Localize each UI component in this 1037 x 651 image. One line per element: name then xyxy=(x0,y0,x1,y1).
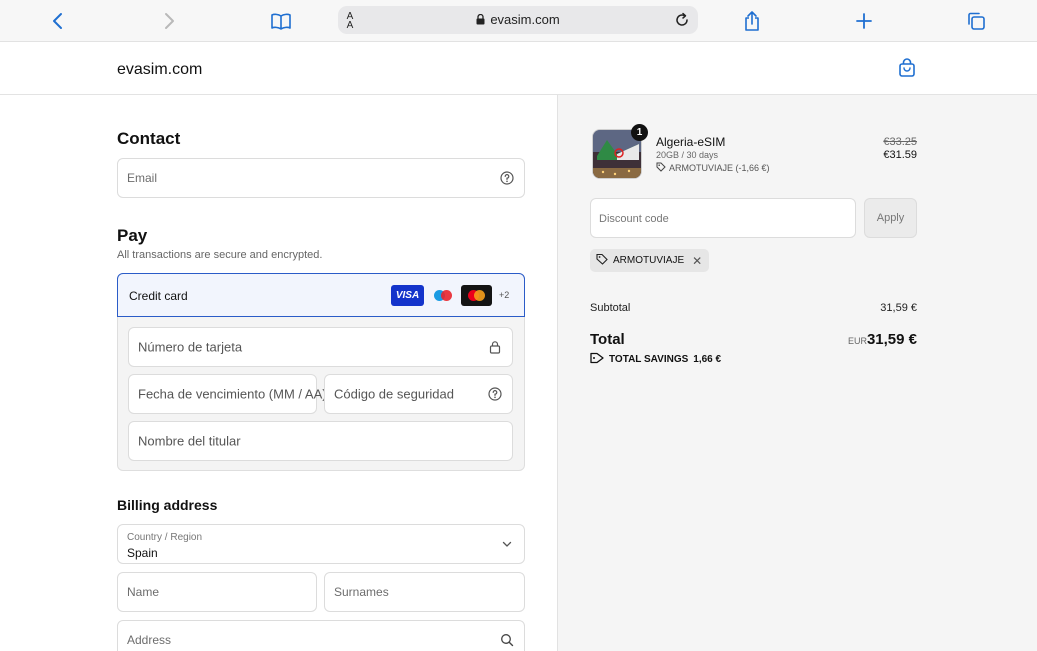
product-detail: 20GB / 30 days xyxy=(656,150,719,160)
more-brands-count: +2 xyxy=(499,290,510,300)
security-code-placeholder: Código de seguridad xyxy=(334,386,454,402)
country-label: Country / Region xyxy=(127,532,203,543)
help-icon[interactable] xyxy=(488,387,502,401)
search-icon[interactable] xyxy=(500,633,514,647)
card-number-placeholder: Número de tarjeta xyxy=(138,339,243,355)
store-header: evasim.com xyxy=(0,42,1037,95)
subtotal-value: 31,59 € xyxy=(880,302,917,314)
expiry-placeholder: Fecha de vencimiento (MM / AA) xyxy=(138,386,327,402)
visa-logo: VISA xyxy=(391,285,424,306)
discount-code-placeholder: Discount code xyxy=(599,213,669,225)
back-icon[interactable] xyxy=(46,9,70,33)
share-icon[interactable] xyxy=(740,9,764,33)
tag-icon xyxy=(596,253,608,268)
maestro-logo xyxy=(430,285,456,306)
reload-icon[interactable] xyxy=(672,10,692,30)
apply-button[interactable]: Apply xyxy=(864,198,917,238)
discounted-price: €31.59 xyxy=(883,149,917,161)
product-discount-text: ARMOTUVIAJE (-1,66 €) xyxy=(669,163,770,173)
forward-icon[interactable] xyxy=(157,9,181,33)
email-field[interactable]: Email xyxy=(117,158,525,198)
original-price: €33.25 xyxy=(883,136,917,148)
close-icon[interactable]: ✕ xyxy=(692,254,702,268)
tag-icon xyxy=(590,352,604,367)
total-currency: EUR xyxy=(848,336,868,346)
country-value: Spain xyxy=(127,546,158,560)
help-icon[interactable] xyxy=(500,171,514,185)
security-code-field[interactable]: Código de seguridad xyxy=(324,374,513,414)
browser-toolbar: A A evasim.com xyxy=(0,0,1037,42)
address-placeholder: Address xyxy=(127,633,172,647)
address-bar[interactable]: A A evasim.com xyxy=(338,6,698,34)
pay-subtitle: All transactions are secure and encrypte… xyxy=(117,249,323,261)
tag-icon xyxy=(656,162,666,174)
applied-code-chip: ARMOTUVIAJE ✕ xyxy=(590,249,710,272)
chevron-down-icon xyxy=(500,537,514,551)
cardholder-name-placeholder: Nombre del titular xyxy=(138,433,241,449)
email-placeholder: Email xyxy=(127,171,158,185)
lock-icon xyxy=(476,13,485,28)
url-display: evasim.com xyxy=(338,12,698,28)
lock-icon xyxy=(488,340,502,354)
bookmarks-icon[interactable] xyxy=(269,9,293,33)
product-discount: ARMOTUVIAJE (-1,66 €) xyxy=(656,162,770,174)
expiry-field[interactable]: Fecha de vencimiento (MM / AA) xyxy=(128,374,327,414)
address-field[interactable]: Address xyxy=(117,620,525,651)
total-label: Total xyxy=(590,331,625,348)
applied-code-text: ARMOTUVIAJE xyxy=(613,255,685,266)
country-select[interactable]: Country / Region Spain xyxy=(117,524,525,564)
bag-icon[interactable] xyxy=(896,57,918,79)
total-value: 31,59 € xyxy=(866,331,917,348)
surnames-field[interactable]: Surnames xyxy=(324,572,525,612)
product-name: Algeria-eSIM xyxy=(656,135,726,149)
tabs-icon[interactable] xyxy=(964,9,988,33)
pay-title: Pay xyxy=(117,226,148,245)
surnames-placeholder: Surnames xyxy=(334,585,389,599)
quantity-badge: 1 xyxy=(631,124,648,141)
url-text: evasim.com xyxy=(490,12,560,27)
billing-title: Billing address xyxy=(117,497,218,513)
new-tab-icon[interactable] xyxy=(852,9,876,33)
savings-value: 1,66 € xyxy=(693,354,722,365)
name-placeholder: Name xyxy=(127,585,160,599)
credit-card-option[interactable]: Credit card VISA +2 xyxy=(117,273,525,317)
contact-title: Contact xyxy=(117,129,181,148)
store-name[interactable]: evasim.com xyxy=(117,61,202,79)
name-field[interactable]: Name xyxy=(117,572,317,612)
subtotal-label: Subtotal xyxy=(590,302,631,314)
cardholder-name-field[interactable]: Nombre del titular xyxy=(128,421,513,461)
credit-card-label: Credit card xyxy=(129,289,188,303)
card-number-field[interactable]: Número de tarjeta xyxy=(128,327,513,367)
total-savings: TOTAL SAVINGS 1,66 € xyxy=(590,352,721,367)
discount-code-input[interactable]: Discount code xyxy=(590,198,856,238)
mastercard-logo xyxy=(461,285,492,306)
savings-label: TOTAL SAVINGS xyxy=(609,354,689,365)
